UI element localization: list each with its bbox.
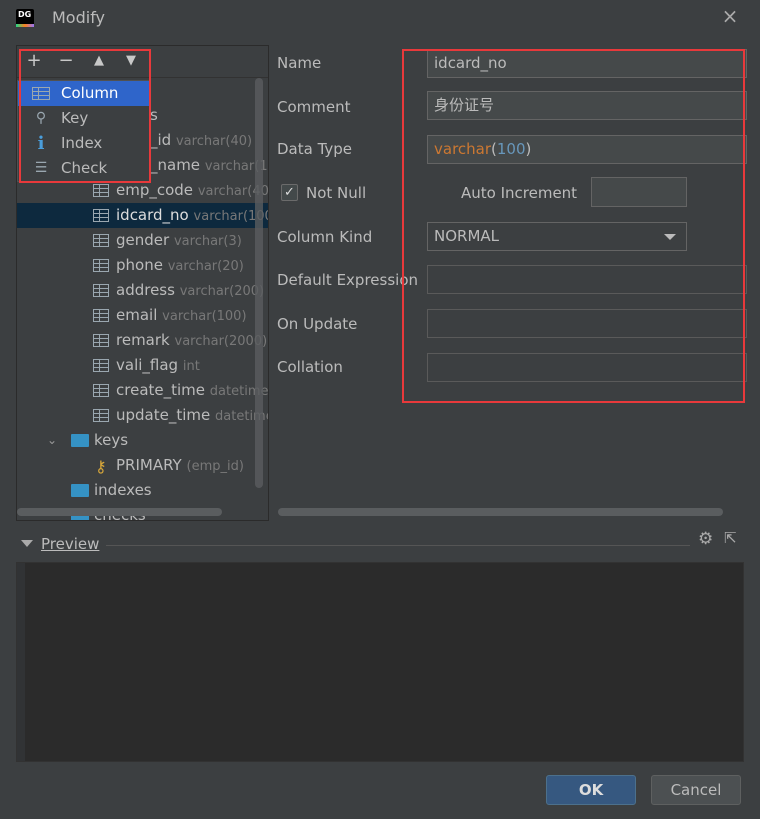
column-icon <box>93 284 109 297</box>
column-icon <box>93 409 109 422</box>
window-title: Modify <box>52 8 106 27</box>
close-icon[interactable]: × <box>720 6 740 26</box>
collapse-arrow-icon[interactable] <box>21 540 33 547</box>
comment-label: Comment <box>277 98 351 116</box>
tree-key-primary[interactable]: ⚷ PRIMARY (emp_id) <box>17 453 268 478</box>
tree-horizontal-scrollbar[interactable] <box>17 508 222 516</box>
column-notnull-icon <box>93 359 109 372</box>
gear-icon[interactable]: ⚙ <box>698 529 713 549</box>
tree-column-gender[interactable]: gender varchar(3) <box>17 228 268 253</box>
tree-column-email[interactable]: email varchar(100) <box>17 303 268 328</box>
preview-gutter <box>17 563 25 761</box>
tree-vertical-scrollbar[interactable] <box>255 78 263 488</box>
tree-column-idcard-no[interactable]: idcard_no varchar(100 <box>17 203 268 228</box>
key-icon: ⚷ <box>95 457 107 476</box>
default-expression-label: Default Expression <box>277 271 418 289</box>
column-icon <box>93 184 109 197</box>
chevron-down-icon[interactable]: ⌄ <box>47 428 57 453</box>
notnull-checkbox[interactable]: ✓ <box>281 184 298 201</box>
name-label: Name <box>277 54 322 72</box>
tree-column-phone[interactable]: phone varchar(20) <box>17 253 268 278</box>
ok-button[interactable]: OK <box>546 775 636 805</box>
annotation-box-form <box>402 49 745 403</box>
cancel-button[interactable]: Cancel <box>651 775 741 805</box>
preview-divider <box>106 545 690 546</box>
tree-folder-keys[interactable]: ⌄ keys <box>17 428 268 453</box>
popout-icon[interactable]: ⇱ <box>724 529 737 547</box>
tree-column-remark[interactable]: remark varchar(2000) <box>17 328 268 353</box>
annotation-box-menu <box>19 49 151 183</box>
preview-editor[interactable] <box>16 562 744 762</box>
column-kind-label: Column Kind <box>277 228 373 246</box>
form-horizontal-scrollbar[interactable] <box>278 508 723 516</box>
column-icon <box>93 259 109 272</box>
tree-column-vali-flag[interactable]: vali_flag int <box>17 353 268 378</box>
folder-icon <box>71 484 89 497</box>
preview-label[interactable]: Preview <box>41 535 99 553</box>
tree-column-update-time[interactable]: update_time datetime <box>17 403 268 428</box>
column-icon <box>93 234 109 247</box>
notnull-label: Not Null <box>306 184 367 202</box>
folder-icon <box>71 434 89 447</box>
column-icon <box>93 384 109 397</box>
column-icon <box>93 309 109 322</box>
column-notnull-icon <box>93 209 109 222</box>
datagrip-logo-icon: DG <box>16 9 34 27</box>
tree-column-address[interactable]: address varchar(200) <box>17 278 268 303</box>
title-bar: DG Modify × <box>0 0 760 36</box>
column-icon <box>93 334 109 347</box>
tree-folder-indexes[interactable]: indexes <box>17 478 268 503</box>
on-update-label: On Update <box>277 315 358 333</box>
datatype-label: Data Type <box>277 140 353 158</box>
tree-column-create-time[interactable]: create_time datetime <box>17 378 268 403</box>
collation-label: Collation <box>277 358 343 376</box>
